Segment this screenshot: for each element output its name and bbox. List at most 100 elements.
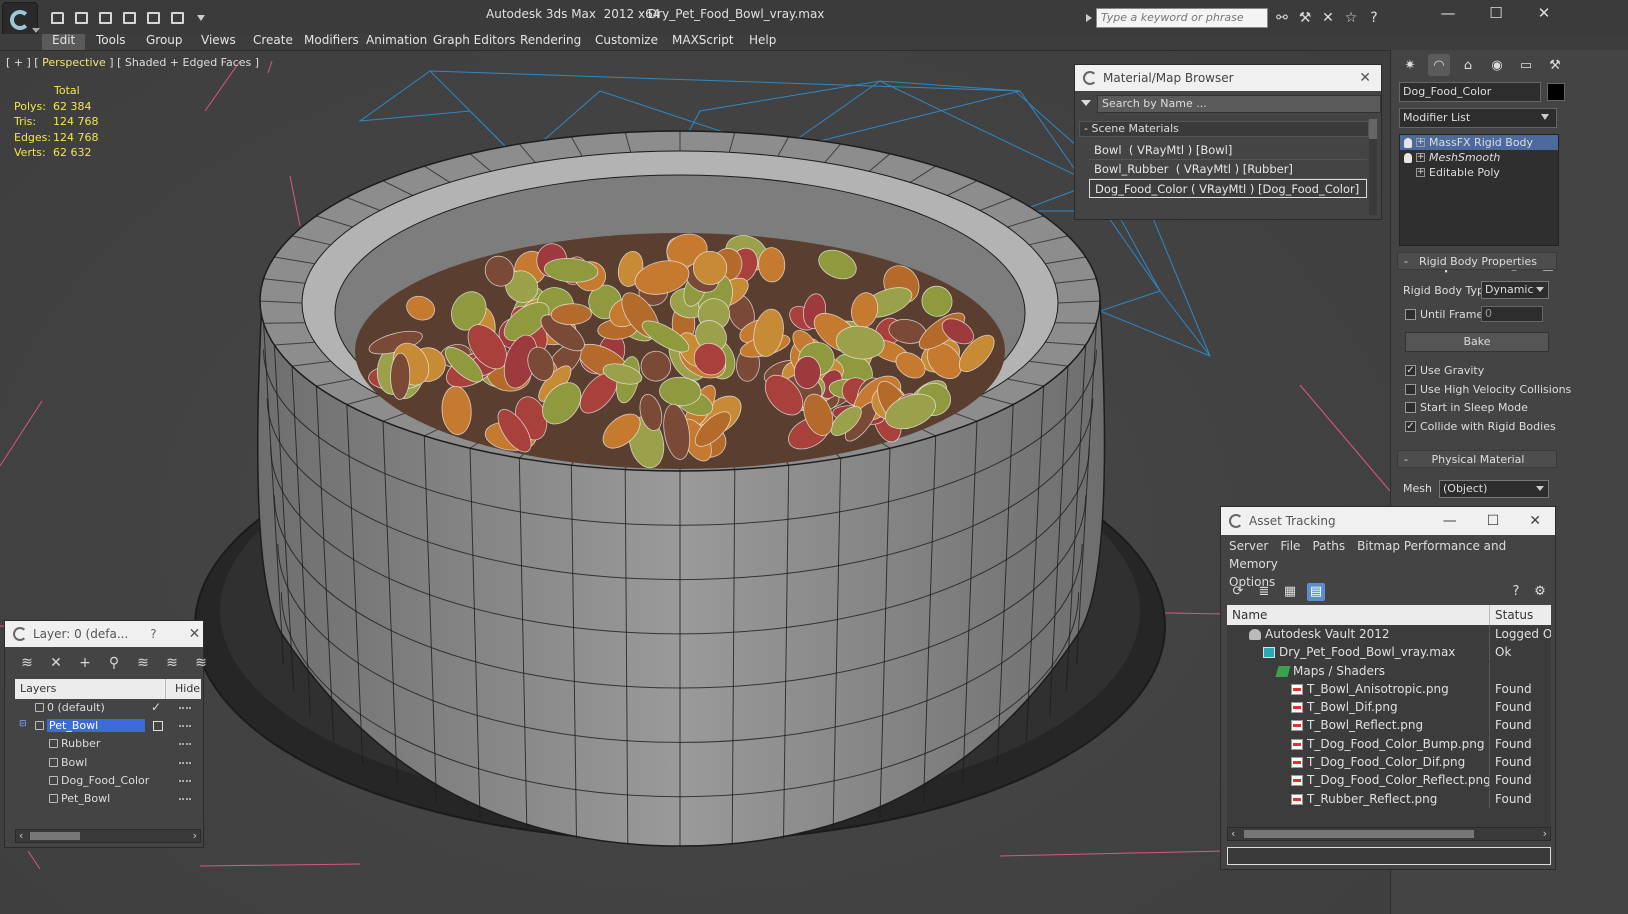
layer-row[interactable]: Bowl [15, 754, 201, 772]
open-file-button[interactable] [46, 8, 68, 28]
viewport-label[interactable]: [ + ] [ Perspective ] [ Shaded + Edged F… [6, 56, 259, 69]
exchange-icon[interactable]: ✕ [1320, 10, 1336, 26]
menu-create[interactable]: Create [253, 34, 293, 50]
hide-toggle[interactable] [179, 779, 191, 782]
layer-list-scrollbar[interactable]: ‹ › [15, 829, 201, 843]
utilities-tab-icon[interactable]: ⚒ [1544, 54, 1566, 76]
menu-maxscript[interactable]: MAXScript [672, 34, 734, 50]
delete-layer-icon[interactable]: ✕ [48, 655, 64, 671]
star-icon[interactable]: ☆ [1343, 10, 1359, 26]
layers-column-header[interactable]: Layers [20, 682, 56, 695]
asset-tracking-titlebar[interactable]: Asset Tracking — ☐ ✕ [1221, 507, 1555, 535]
freeze-all-icon[interactable]: ≋ [193, 655, 209, 671]
refresh-icon[interactable]: ⟳ [1229, 583, 1247, 601]
object-name-field[interactable]: Dog_Food_Color [1399, 82, 1541, 102]
asset-table-scrollbar[interactable]: ‹ › [1227, 827, 1551, 841]
asset-row[interactable]: T_Dog_Food_Color_Reflect.png Found [1227, 771, 1551, 790]
close-icon[interactable]: ✕ [189, 626, 201, 642]
display-tab-icon[interactable]: ▭ [1515, 54, 1537, 76]
select-in-layer-icon[interactable]: ⚲ [106, 655, 122, 671]
close-button[interactable]: ✕ [1534, 4, 1554, 22]
asset-menu-server[interactable]: Server [1229, 539, 1268, 553]
asset-row[interactable]: Maps / Shaders [1227, 661, 1551, 680]
modify-tab-icon[interactable]: ◠ [1428, 54, 1450, 76]
material-item[interactable]: Bowl_Rubber ( VRayMtl ) [Rubber] [1089, 160, 1367, 179]
asset-row[interactable]: T_Dog_Food_Color_Dif.png Found [1227, 753, 1551, 772]
search-expand-icon[interactable] [1086, 14, 1092, 22]
minimize-icon[interactable]: — [1443, 513, 1457, 529]
until-frame-spinner[interactable]: 0 [1481, 306, 1543, 322]
menu-graph-editors[interactable]: Graph Editors [433, 34, 515, 50]
set-current-layer-box[interactable] [153, 721, 163, 732]
hierarchy-tab-icon[interactable]: ⌂ [1457, 54, 1479, 76]
hide-toggle[interactable] [179, 707, 191, 709]
hold-button[interactable] [118, 8, 140, 28]
create-tab-icon[interactable]: ✷ [1399, 54, 1421, 76]
expand-icon[interactable]: + [1416, 153, 1425, 162]
modifier-list-dropdown[interactable]: Modifier List [1399, 108, 1557, 128]
material-item[interactable]: Dog_Food_Color ( VRayMtl ) [Dog_Food_Col… [1089, 179, 1367, 198]
asset-row[interactable]: T_Bowl_Reflect.png Found [1227, 716, 1551, 735]
asset-menu-paths[interactable]: Paths [1312, 539, 1345, 553]
table-view-icon[interactable]: ▤ [1307, 583, 1325, 601]
tools-icon[interactable]: ⚒ [1297, 10, 1313, 26]
expand-icon[interactable]: + [1416, 168, 1425, 177]
modifier-stack-item[interactable]: + MeshSmooth [1400, 150, 1558, 165]
menu-animation[interactable]: Animation [366, 34, 427, 50]
asset-row[interactable]: T_Bowl_Anisotropic.png Found [1227, 679, 1551, 698]
redo-button[interactable] [142, 8, 164, 28]
create-layer-icon[interactable]: ≋ [19, 655, 35, 671]
options-menu-icon[interactable] [1081, 100, 1091, 111]
expand-icon[interactable]: + [1416, 138, 1425, 147]
material-browser-titlebar[interactable]: Material/Map Browser ✕ [1075, 65, 1381, 91]
asset-menu-bitmap-performance-and-memory[interactable]: Bitmap Performance and Memory [1229, 539, 1506, 571]
collapse-icon[interactable]: ⊟ [19, 719, 27, 729]
motion-tab-icon[interactable]: ◉ [1486, 54, 1508, 76]
scroll-right-icon[interactable]: › [1543, 827, 1547, 840]
hide-toggle[interactable] [179, 725, 191, 728]
checkbox[interactable]: ✓ [1405, 420, 1416, 432]
bake-button[interactable]: Bake [1405, 332, 1549, 352]
menu-customize[interactable]: Customize [595, 34, 658, 50]
help-icon[interactable]: ? [1366, 10, 1382, 26]
asset-menu-file[interactable]: File [1280, 539, 1300, 553]
hide-column-header[interactable]: Hide [175, 682, 200, 695]
checkbox[interactable] [1405, 383, 1416, 395]
asset-row[interactable]: T_Rubber_Reflect.png Found [1227, 789, 1551, 808]
menu-rendering[interactable]: Rendering [520, 34, 581, 50]
viewport-label-suffix[interactable]: ] [ Shaded + Edged Faces ] [106, 56, 259, 69]
menu-modifiers[interactable]: Modifiers [304, 34, 359, 50]
scroll-right-icon[interactable]: › [193, 829, 197, 842]
physical-material-rollout[interactable]: - Physical Material [1397, 450, 1557, 468]
thumbnail-view-icon[interactable]: ▦ [1281, 583, 1299, 601]
layer-row[interactable]: Dog_Food_Color [15, 772, 201, 790]
layer-row[interactable]: Pet_Bowl [15, 790, 201, 808]
menu-tools[interactable]: Tools [96, 34, 126, 50]
scroll-left-icon[interactable]: ‹ [19, 829, 23, 842]
layer-row[interactable]: ⊟ Pet_Bowl [15, 717, 201, 735]
hide-toggle[interactable] [179, 761, 191, 764]
asset-row[interactable]: T_Dog_Food_Color_Bump.png Found [1227, 734, 1551, 753]
rigid-body-properties-rollout[interactable]: - Rigid Body Properties [1397, 252, 1557, 270]
maximize-icon[interactable]: ☐ [1487, 513, 1500, 529]
qa-customize-dropdown[interactable] [190, 8, 212, 28]
status-column-header[interactable]: Status [1495, 608, 1533, 622]
checkbox[interactable] [1405, 402, 1416, 413]
help-icon[interactable]: ? [1507, 583, 1525, 601]
lightbulb-icon[interactable] [1404, 137, 1412, 148]
close-icon[interactable]: ✕ [1359, 70, 1371, 86]
menu-group[interactable]: Group [146, 34, 183, 50]
lightbulb-icon[interactable] [1404, 152, 1412, 163]
hide-toggle[interactable] [179, 743, 191, 746]
rigid-body-type-dropdown[interactable]: Dynamic [1481, 281, 1549, 299]
checkbox[interactable]: ✓ [1405, 365, 1416, 376]
scrollbar-thumb[interactable] [1244, 830, 1474, 838]
viewport-view-name[interactable]: Perspective [42, 56, 106, 69]
layer-row[interactable]: 0 (default) ✓ [15, 699, 201, 717]
scroll-left-icon[interactable]: ‹ [1231, 827, 1235, 840]
name-column-header[interactable]: Name [1232, 608, 1267, 622]
scrollbar-thumb[interactable] [1369, 119, 1377, 139]
layer-panel-titlebar[interactable]: Layer: 0 (defa... ? ✕ [5, 621, 203, 647]
infocenter-search-input[interactable]: Type a keyword or phrase [1096, 8, 1268, 28]
menu-help[interactable]: Help [749, 34, 776, 50]
